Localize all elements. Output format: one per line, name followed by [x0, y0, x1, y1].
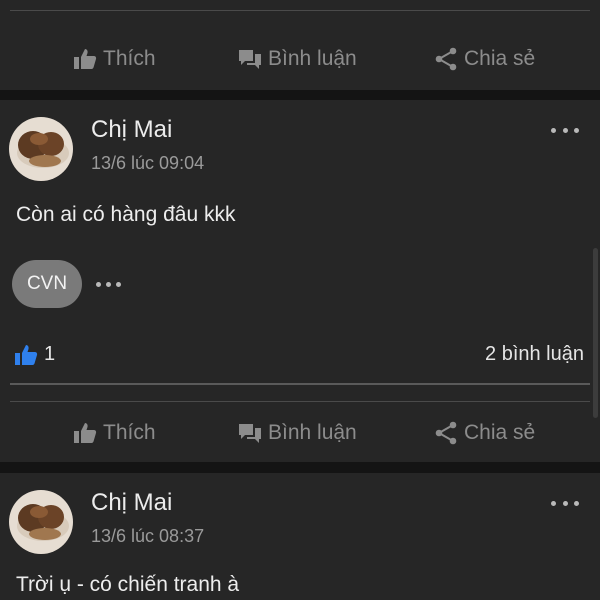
like-button[interactable]: Thích: [73, 36, 156, 82]
more-options-icon[interactable]: [551, 124, 579, 136]
author-name[interactable]: Chị Mai: [91, 116, 172, 144]
post-card: Chị Mai 13/6 lúc 08:37 Trời ụ - có chiến…: [0, 473, 600, 600]
action-bar: Thích Bình luận Chia sẻ: [0, 36, 600, 82]
comment-button[interactable]: Bình luận: [238, 36, 357, 82]
divider: [10, 10, 590, 11]
share-button[interactable]: Chia sẻ: [434, 36, 535, 82]
post-card: Chị Mai 13/6 lúc 09:04 Còn ai có hàng đâ…: [0, 100, 600, 462]
divider: [10, 383, 590, 385]
avatar[interactable]: [9, 117, 73, 181]
share-icon: [435, 421, 457, 445]
share-button[interactable]: Chia sẻ: [434, 410, 535, 456]
comment-label: Bình luận: [268, 47, 357, 70]
scrollbar[interactable]: [593, 248, 598, 418]
avatar-food-image: [9, 117, 73, 181]
like-summary[interactable]: 1: [14, 343, 55, 366]
avatar-food-image: [9, 490, 73, 554]
like-label: Thích: [103, 421, 156, 444]
post-time: 13/6 lúc 09:04: [91, 153, 205, 173]
blue-thumbs-up-icon: [15, 344, 38, 365]
more-options-icon[interactable]: [551, 497, 579, 509]
reaction-chip[interactable]: CVN: [12, 260, 82, 308]
avatar[interactable]: [9, 490, 73, 554]
action-bar: Thích Bình luận Chia sẻ: [0, 410, 600, 456]
speech-bubbles-icon: [239, 50, 261, 69]
speech-bubbles-icon: [239, 424, 261, 443]
post-time: 13/6 lúc 08:37: [91, 526, 205, 546]
comment-count[interactable]: 2 bình luận: [485, 343, 584, 366]
share-label: Chia sẻ: [464, 421, 536, 444]
share-label: Chia sẻ: [464, 47, 536, 70]
like-label: Thích: [103, 47, 156, 70]
post-text: Trời ụ - có chiến tranh à: [16, 573, 240, 596]
comment-label: Bình luận: [268, 421, 357, 444]
thumbs-up-icon: [74, 423, 97, 443]
chip-more-icon[interactable]: [96, 280, 121, 288]
share-icon: [435, 47, 457, 71]
post-text: Còn ai có hàng đâu kkk: [16, 203, 236, 226]
like-count: 1: [44, 343, 56, 365]
like-button[interactable]: Thích: [73, 410, 156, 456]
previous-post-card: Thích Bình luận Chia sẻ: [0, 0, 600, 90]
author-name[interactable]: Chị Mai: [91, 489, 172, 517]
comment-button[interactable]: Bình luận: [238, 410, 357, 456]
divider: [10, 401, 590, 402]
thumbs-up-icon: [74, 49, 97, 69]
